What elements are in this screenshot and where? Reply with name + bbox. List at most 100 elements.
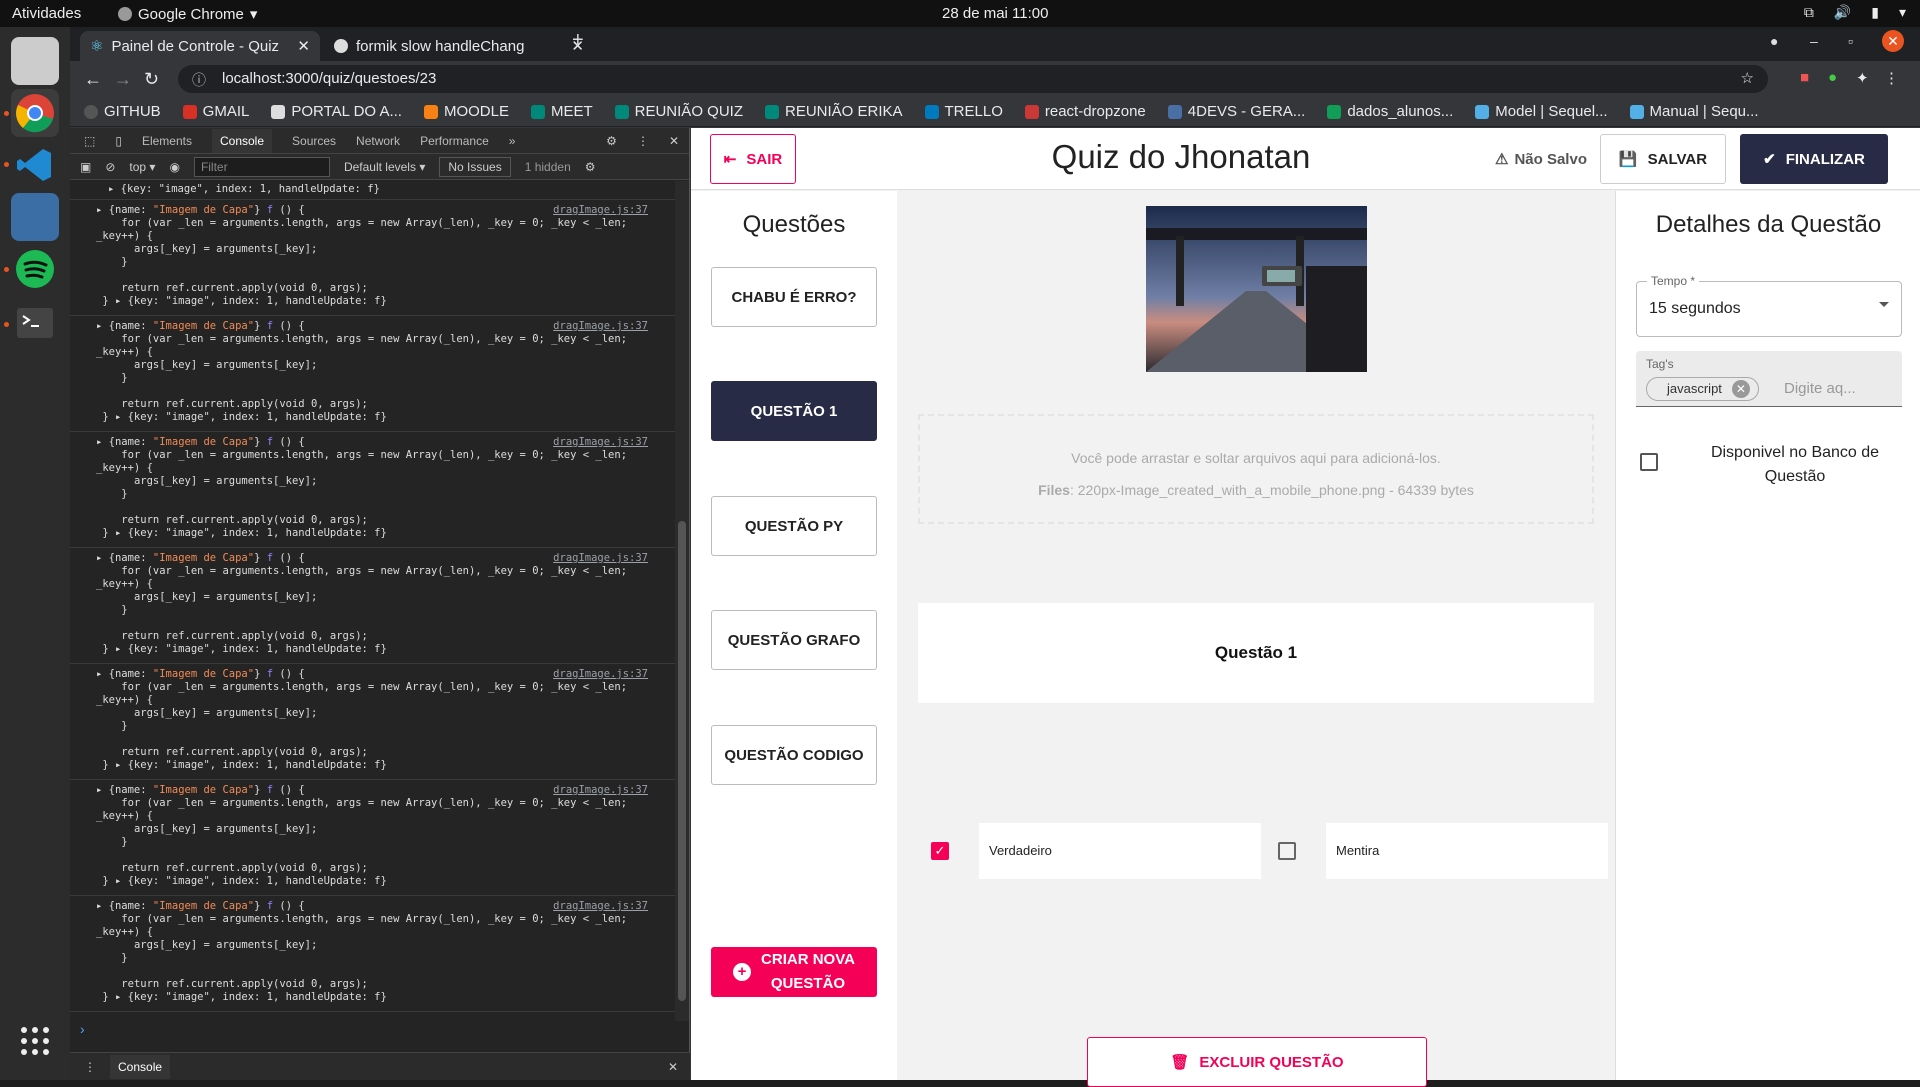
time-select[interactable]: Tempo * 15 segundos: [1636, 274, 1902, 337]
question-title[interactable]: Questão 1: [918, 603, 1594, 703]
files-icon[interactable]: [11, 37, 59, 85]
tab-search-icon[interactable]: ●: [1770, 33, 1778, 49]
back-button[interactable]: ←: [84, 69, 102, 90]
browser-tab-formik[interactable]: formik slow handleChang ✕: [324, 31, 594, 61]
forward-button[interactable]: →: [114, 69, 132, 90]
bookmark[interactable]: Model | Sequel...: [1475, 103, 1608, 120]
close-icon[interactable]: ✕: [669, 134, 679, 148]
scrollbar-thumb[interactable]: [678, 521, 686, 1001]
vscode-icon[interactable]: [11, 141, 59, 189]
scrollbar[interactable]: [675, 181, 689, 1021]
log-entry[interactable]: dragImage.js:37 ▸ {name: "Imagem de Capa"…: [70, 896, 676, 1012]
answer-checkbox[interactable]: [1278, 842, 1296, 860]
chrome-icon[interactable]: [11, 89, 59, 137]
devtools-tab-sources[interactable]: Sources: [292, 134, 336, 148]
terminal-icon[interactable]: [11, 299, 59, 347]
tags-input[interactable]: Digite aq...: [1784, 380, 1856, 397]
browser-tab-quiz[interactable]: ⚛ Painel de Controle - Quiz ✕: [80, 31, 320, 61]
question-button[interactable]: QUESTÃO PY: [711, 496, 877, 556]
dropzone[interactable]: Você pode arrastar e soltar arquivos aqu…: [918, 414, 1594, 524]
console-prompt[interactable]: ›: [80, 1021, 85, 1037]
bookmark[interactable]: PORTAL DO A...: [271, 103, 402, 120]
extension-icon[interactable]: ■: [1800, 69, 1809, 86]
log-source-link[interactable]: dragImage.js:37: [553, 552, 648, 564]
log-entry[interactable]: dragImage.js:37 ▸ {name: "Imagem de Capa"…: [70, 316, 676, 432]
bookmark[interactable]: MOODLE: [423, 103, 509, 120]
devtools-tab-network[interactable]: Network: [356, 134, 400, 148]
answer-checkbox[interactable]: ✓: [931, 842, 949, 860]
clock[interactable]: 28 de mai 11:00: [942, 5, 1048, 22]
context-select[interactable]: top ▾: [129, 160, 155, 174]
console-filter-input[interactable]: Filter: [193, 156, 330, 177]
activities-button[interactable]: Atividades: [12, 5, 81, 22]
extensions-puzzle-icon[interactable]: ✦: [1856, 69, 1869, 87]
bookmark[interactable]: MEET: [530, 103, 593, 120]
tags-field[interactable]: Tag's javascript ✕ Digite aq...: [1636, 351, 1902, 407]
window-close-button[interactable]: ✕: [1882, 30, 1904, 52]
question-button[interactable]: QUESTÃO GRAFO: [711, 610, 877, 670]
bookmark[interactable]: REUNIÃO ERIKA: [764, 103, 903, 120]
bookmark[interactable]: 4DEVS - GERA...: [1167, 103, 1305, 120]
mysql-workbench-icon[interactable]: [11, 193, 59, 241]
minimize-button[interactable]: –: [1810, 33, 1818, 49]
close-icon[interactable]: ✕: [668, 1060, 678, 1074]
bookmark[interactable]: REUNIÃO QUIZ: [614, 103, 743, 120]
bookmark[interactable]: dados_alunos...: [1327, 103, 1453, 120]
devtools-tab-performance[interactable]: Performance: [420, 134, 489, 148]
eye-icon[interactable]: ◉: [169, 160, 179, 174]
sidebar-toggle-icon[interactable]: ▣: [80, 160, 91, 174]
log-source-link[interactable]: dragImage.js:37: [553, 320, 648, 332]
kebab-menu-icon[interactable]: ⋮: [1884, 69, 1899, 87]
gear-icon[interactable]: ⚙: [585, 160, 596, 174]
save-button[interactable]: 💾 SALVAR: [1600, 134, 1726, 184]
kebab-menu-icon[interactable]: ⋮: [637, 134, 649, 148]
bookmark[interactable]: TRELLO: [924, 103, 1003, 120]
system-tray[interactable]: ⧉ 🔊 ▮ ▾: [1804, 4, 1906, 21]
clear-console-icon[interactable]: ⊘: [105, 160, 115, 174]
bookmark[interactable]: Manual | Sequ...: [1629, 103, 1759, 120]
log-source-link[interactable]: dragImage.js:37: [553, 900, 648, 912]
log-source-link[interactable]: dragImage.js:37: [553, 668, 648, 680]
remove-tag-icon[interactable]: ✕: [1731, 380, 1750, 398]
inspect-icon[interactable]: ⬚: [84, 134, 95, 148]
app-menu[interactable]: Google Chrome ▾: [118, 5, 257, 23]
levels-select[interactable]: Default levels ▾: [344, 160, 425, 174]
close-icon[interactable]: ✕: [297, 37, 310, 55]
bookmark[interactable]: react-dropzone: [1024, 103, 1146, 120]
log-source-link[interactable]: dragImage.js:37: [553, 436, 648, 448]
reload-button[interactable]: ↻: [144, 69, 159, 90]
bank-checkbox[interactable]: [1640, 453, 1658, 471]
log-object[interactable]: {key: "image", index: 1, handleUpdate: f…: [121, 183, 380, 195]
answer-text[interactable]: Mentira: [1326, 823, 1608, 879]
log-entry[interactable]: dragImage.js:37 ▸ {name: "Imagem de Capa"…: [70, 432, 676, 548]
answer-text[interactable]: Verdadeiro: [979, 823, 1261, 879]
issues-button[interactable]: No Issues: [439, 156, 511, 177]
device-toolbar-icon[interactable]: ▯: [115, 134, 122, 148]
log-source-link[interactable]: dragImage.js:37: [553, 204, 648, 216]
bookmark[interactable]: GITHUB: [84, 103, 161, 120]
star-icon[interactable]: ☆: [1741, 69, 1754, 87]
question-button[interactable]: QUESTÃO CODIGO: [711, 725, 877, 785]
drawer-tab-console[interactable]: Console: [110, 1054, 171, 1079]
finish-button[interactable]: ✔ FINALIZAR: [1740, 134, 1888, 184]
maximize-button[interactable]: ▫: [1848, 33, 1853, 49]
devtools-tab-elements[interactable]: Elements: [142, 134, 192, 148]
log-entry[interactable]: dragImage.js:37 ▸ {name: "Imagem de Capa"…: [70, 548, 676, 664]
exit-button[interactable]: ⇤ SAIR: [710, 134, 796, 184]
question-button[interactable]: QUESTÃO 1: [711, 381, 877, 441]
bookmark[interactable]: GMAIL: [182, 103, 249, 120]
devtools-tab-console[interactable]: Console: [211, 128, 273, 153]
app-grid-icon[interactable]: [11, 1017, 59, 1065]
log-entry[interactable]: dragImage.js:37 ▸ {name: "Imagem de Capa"…: [70, 664, 676, 780]
log-entry[interactable]: dragImage.js:37 ▸ {name: "Imagem de Capa"…: [70, 780, 676, 896]
console-log[interactable]: ▸ {key: "image", index: 1, handleUpdate:…: [70, 181, 676, 1021]
new-tab-button[interactable]: +: [572, 29, 584, 52]
spotify-icon[interactable]: [11, 245, 59, 293]
more-tabs-icon[interactable]: »: [509, 134, 516, 148]
log-source-link[interactable]: dragImage.js:37: [553, 784, 648, 796]
question-button[interactable]: CHABU É ERRO?: [711, 267, 877, 327]
extension-icon[interactable]: ●: [1828, 69, 1837, 86]
tag-chip[interactable]: javascript ✕: [1646, 377, 1759, 401]
new-question-button[interactable]: + CRIAR NOVA QUESTÃO: [711, 947, 877, 997]
site-info-icon[interactable]: ⓘ: [192, 70, 206, 90]
